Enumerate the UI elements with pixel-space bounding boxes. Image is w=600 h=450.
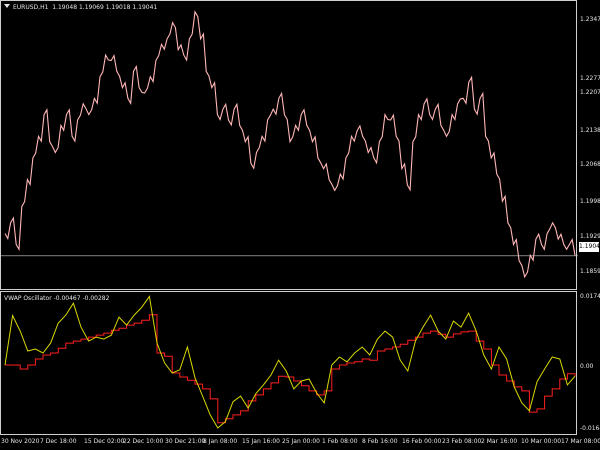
price-series-line (4, 10, 576, 279)
price-tick-label: 1.19290 (580, 233, 600, 240)
oscillator-tick-label: 0.00 (580, 363, 594, 370)
oscillator-plot (4, 295, 576, 429)
time-tick-label: 7 Dec 18:00 (40, 438, 77, 445)
time-tick-label: 16 Feb 00:00 (402, 438, 442, 445)
price-tick-label: 1.22070 (580, 89, 600, 96)
time-tick-label: 15 Jan 16:00 (242, 438, 280, 445)
vwap-red-line (5, 314, 576, 424)
price-tick-label: 1.20680 (580, 161, 600, 168)
time-tick-label: 8 Jan 08:00 (203, 438, 238, 445)
oscillator-tick-label: -0.01645 (580, 425, 600, 432)
time-tick-label: 23 Feb 08:00 (442, 438, 482, 445)
time-tick-label: 30 Dec 21:00 (165, 438, 206, 445)
vwap-yellow-line (4, 295, 576, 429)
time-tick-label: 15 Dec 02:00 (84, 438, 125, 445)
price-tick-label: 1.19980 (580, 198, 600, 205)
time-tick-label: 8 Feb 16:00 (362, 438, 398, 445)
time-tick-label: 10 Mar 00:00 (521, 438, 562, 445)
current-price-tag: 1.19041 (579, 242, 600, 252)
time-tick-label: 1 Feb 08:00 (322, 438, 358, 445)
price-chart-pane[interactable]: EURUSD,H1 1.19048 1.19069 1.19018 1.1904… (0, 0, 578, 290)
oscillator-pane[interactable]: VWAP Oscillator -0.00467 -0.00282 (0, 291, 577, 435)
time-tick-label: 2 Mar 16:00 (481, 438, 518, 445)
price-tick-label: 1.22770 (580, 75, 600, 82)
oscillator-tick-label: 0.01743 (580, 293, 600, 300)
time-tick-label: 25 Jan 00:00 (282, 438, 320, 445)
time-tick-label: 17 Mar 08:00 (561, 438, 600, 445)
price-plot (1, 10, 578, 279)
price-tick-label: 1.21380 (580, 127, 600, 134)
price-tick-label: 1.23470 (580, 16, 600, 23)
time-tick-label: 22 Dec 10:00 (123, 438, 164, 445)
price-tick-label: 1.18590 (580, 268, 600, 275)
time-tick-label: 30 Nov 2020 (1, 438, 40, 445)
